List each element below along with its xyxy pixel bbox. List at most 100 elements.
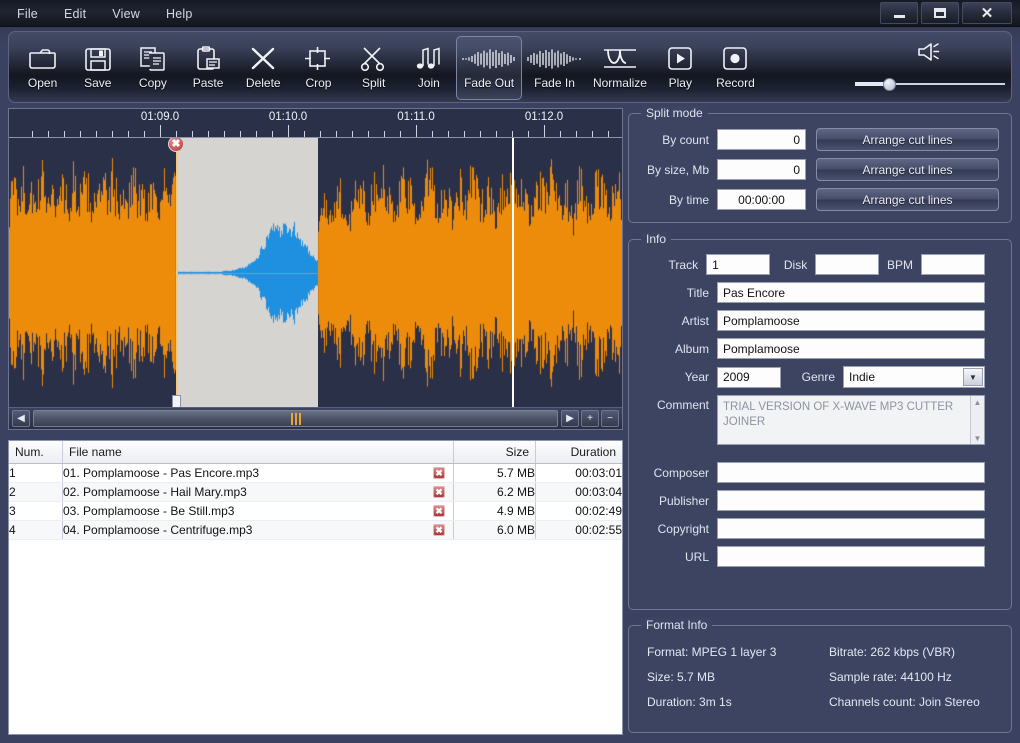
- menu-item-view[interactable]: View: [109, 5, 143, 23]
- scroll-track[interactable]: [33, 410, 558, 427]
- album-label: Album: [674, 341, 709, 356]
- url-input[interactable]: [717, 546, 985, 567]
- zoom-out-button[interactable]: −: [601, 410, 619, 427]
- timeline-ruler[interactable]: 01:09.0 01:10.0 01:11.0 01:12.0: [9, 109, 622, 138]
- arrange-cut-lines-by-size-button[interactable]: Arrange cut lines: [816, 158, 999, 181]
- clipboard-icon: [194, 42, 222, 76]
- arrange-cut-lines-by-time-button[interactable]: Arrange cut lines: [816, 188, 999, 211]
- bpm-input[interactable]: [921, 254, 985, 275]
- delete-label: Delete: [245, 76, 281, 90]
- composer-input[interactable]: [717, 462, 985, 483]
- delete-row-icon[interactable]: ✖: [433, 486, 445, 498]
- volume-control: [855, 36, 1006, 100]
- menu-item-file[interactable]: File: [14, 5, 41, 23]
- artist-input[interactable]: [717, 310, 985, 331]
- track-row: Track Disk BPM: [639, 254, 985, 275]
- comment-scroll-up-icon[interactable]: ▲: [971, 396, 984, 408]
- album-input[interactable]: [717, 338, 985, 359]
- format-info-cell: Duration: 3m 1s: [647, 695, 732, 709]
- table-row[interactable]: 3 03. Pomplamoose - Be Still.mp3 ✖ 4.9 MB 00…: [9, 502, 622, 521]
- arrange-cut-lines-by-count-button[interactable]: Arrange cut lines: [816, 128, 999, 151]
- volume-slider[interactable]: [855, 77, 1006, 91]
- comment-textarea[interactable]: [717, 395, 985, 445]
- chevron-down-icon[interactable]: ▼: [963, 368, 983, 386]
- play-button[interactable]: Play: [653, 36, 708, 100]
- normalize-button[interactable]: Normalize: [587, 36, 652, 100]
- table-row[interactable]: 1 01. Pomplamoose - Pas Encore.mp3 ✖ 5.7 MB…: [9, 464, 622, 483]
- delete-button[interactable]: Delete: [236, 36, 291, 100]
- playhead-indicator[interactable]: [512, 138, 514, 408]
- column-header-filename[interactable]: File name: [63, 441, 454, 463]
- publisher-input[interactable]: [717, 490, 985, 511]
- artist-row: Artist: [639, 310, 985, 331]
- cell-num: 3: [9, 502, 63, 520]
- title-input[interactable]: [717, 282, 985, 303]
- split-by-size-input[interactable]: [717, 159, 806, 180]
- split-by-count-input[interactable]: [717, 129, 806, 150]
- genre-label: Genre: [801, 370, 835, 384]
- genre-selected-value: Indie: [849, 370, 876, 384]
- menu-item-help[interactable]: Help: [163, 5, 196, 23]
- title-row: Title: [639, 282, 985, 303]
- file-list[interactable]: Num. File name Size Duration 1 01. Pompla…: [8, 440, 623, 735]
- join-button[interactable]: Join: [401, 36, 456, 100]
- delete-row-icon[interactable]: ✖: [433, 524, 445, 536]
- crop-icon: [304, 42, 332, 76]
- maximize-button[interactable]: [921, 2, 959, 24]
- bpm-label: BPM: [886, 257, 913, 272]
- paste-button[interactable]: Paste: [181, 36, 236, 100]
- copy-button[interactable]: Copy: [125, 36, 180, 100]
- cell-filename: 01. Pomplamoose - Pas Encore.mp3 ✖: [63, 464, 454, 482]
- open-button[interactable]: Open: [15, 36, 70, 100]
- format-info-cell: Bitrate: 262 kbps (VBR): [829, 645, 956, 659]
- url-row: URL: [639, 546, 985, 567]
- cell-duration: 00:02:55: [575, 523, 622, 537]
- split-by-size-row: By size, Mb Arrange cut lines: [639, 158, 999, 181]
- table-row[interactable]: 4 04. Pomplamoose - Centrifuge.mp3 ✖ 6.0 MB…: [9, 521, 622, 540]
- year-input[interactable]: [717, 366, 781, 388]
- column-header-size[interactable]: Size: [454, 441, 536, 463]
- maximize-icon: [934, 8, 946, 18]
- cell-num: 4: [9, 521, 63, 539]
- save-button[interactable]: Save: [70, 36, 125, 100]
- comment-scrollbar[interactable]: ▲ ▼: [970, 396, 984, 444]
- copy-label: Copy: [138, 76, 167, 90]
- artist-label: Artist: [681, 313, 709, 328]
- scroll-left-button[interactable]: ◀: [12, 410, 30, 427]
- split-by-time-input[interactable]: [717, 189, 806, 210]
- file-list-header: Num. File name Size Duration: [9, 441, 622, 464]
- format-info-cell: Channels count: Join Stereo: [829, 695, 980, 709]
- menu-item-edit[interactable]: Edit: [61, 5, 89, 23]
- column-header-num[interactable]: Num.: [9, 441, 63, 463]
- fade-out-button[interactable]: Fade Out: [456, 36, 522, 100]
- scroll-right-button[interactable]: ▶: [561, 410, 579, 427]
- zoom-in-button[interactable]: +: [581, 410, 599, 427]
- menu-bar: File Edit View Help: [14, 0, 195, 27]
- delete-row-icon[interactable]: ✖: [433, 505, 445, 517]
- year-label: Year: [684, 370, 709, 384]
- track-input[interactable]: [706, 254, 771, 275]
- cell-filename: 03. Pomplamoose - Be Still.mp3 ✖: [63, 502, 454, 520]
- table-row[interactable]: 2 02. Pomplamoose - Hail Mary.mp3 ✖ 6.2 MB 0…: [9, 483, 622, 502]
- fade-in-button[interactable]: Fade In: [522, 36, 587, 100]
- waveform-canvas-area[interactable]: ✖: [9, 138, 622, 408]
- split-button[interactable]: Split: [346, 36, 401, 100]
- speaker-icon[interactable]: [915, 40, 945, 69]
- copyright-input[interactable]: [717, 518, 985, 539]
- disk-input[interactable]: [815, 254, 880, 275]
- minimize-button[interactable]: [880, 2, 918, 24]
- split-by-count-row: By count Arrange cut lines: [639, 128, 999, 151]
- volume-knob[interactable]: [883, 78, 897, 91]
- selection-start-edge[interactable]: [176, 138, 178, 408]
- record-label: Record: [716, 76, 755, 90]
- scroll-thumb[interactable]: [289, 412, 303, 425]
- crop-button[interactable]: Crop: [291, 36, 346, 100]
- comment-scroll-down-icon[interactable]: ▼: [971, 432, 984, 444]
- waveform-graphic[interactable]: [9, 138, 622, 408]
- close-button[interactable]: ✕: [962, 2, 1012, 24]
- record-button[interactable]: Record: [708, 36, 763, 100]
- column-header-duration[interactable]: Duration: [536, 441, 622, 463]
- genre-select[interactable]: Indie ▼: [843, 366, 985, 388]
- info-panel: Info Track Disk BPM Title Artist Album: [628, 232, 1012, 610]
- delete-row-icon[interactable]: ✖: [433, 467, 445, 479]
